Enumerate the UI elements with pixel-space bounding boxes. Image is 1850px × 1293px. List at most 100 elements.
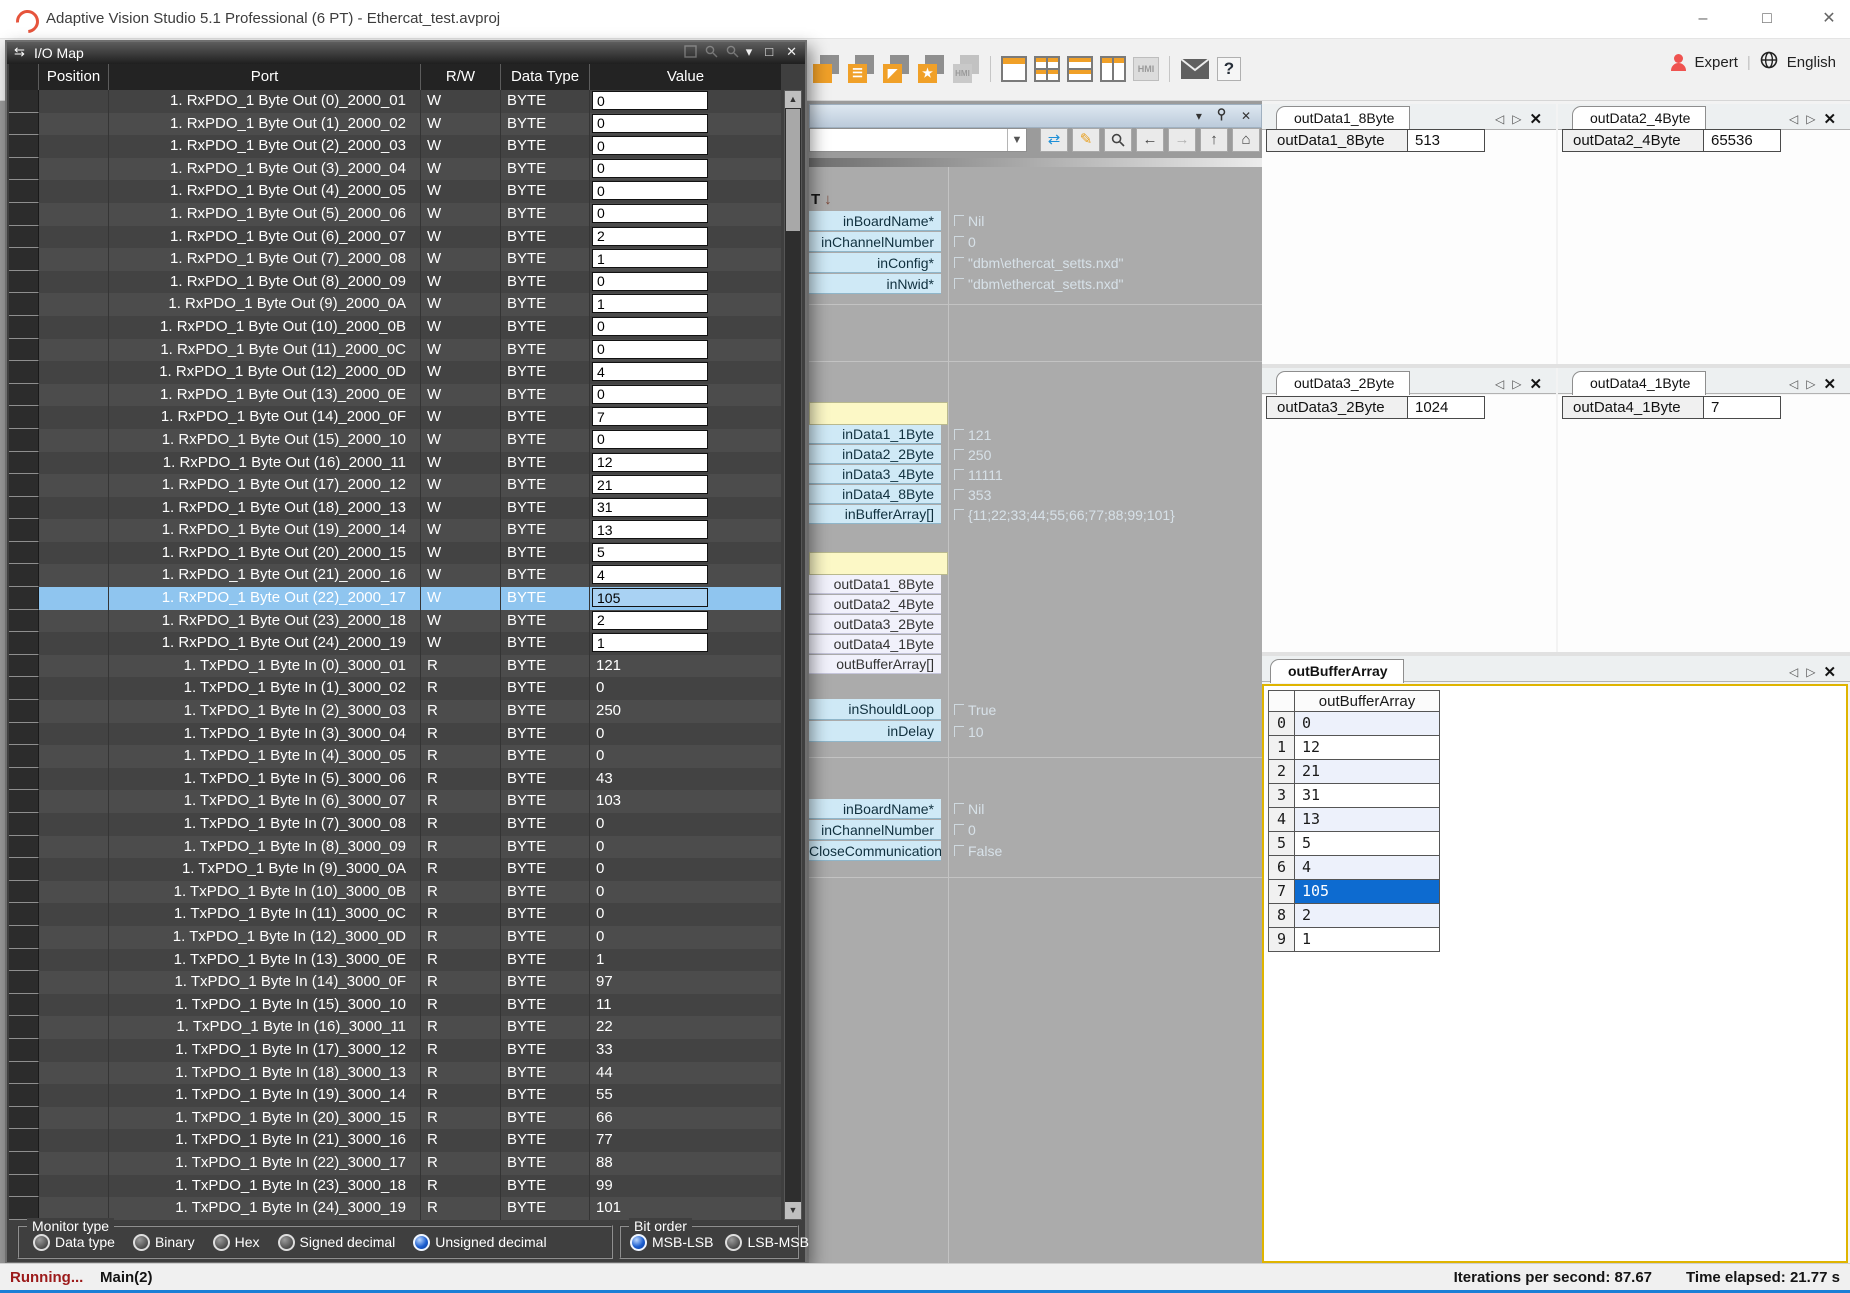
value-input[interactable] — [592, 520, 708, 539]
port-label[interactable]: inBufferArray[] — [809, 505, 941, 524]
close-panel-icon[interactable]: ✕ — [1823, 375, 1836, 393]
iomap-row[interactable]: 1. TxPDO_1 Byte In (1)_3000_02RBYTE0 — [9, 677, 781, 700]
iomap-row[interactable]: 1. TxPDO_1 Byte In (14)_3000_0FRBYTE97 — [9, 971, 781, 994]
row-selector[interactable] — [9, 1084, 39, 1107]
iomap-row[interactable]: 1. TxPDO_1 Byte In (20)_3000_15RBYTE66 — [9, 1107, 781, 1130]
value-input[interactable] — [592, 407, 708, 426]
language-label[interactable]: English — [1787, 54, 1836, 71]
port-label[interactable]: outBufferArray[] — [809, 655, 941, 674]
buffer-row[interactable]: 64 — [1268, 856, 1440, 880]
port-label[interactable]: inChannelNumber — [809, 232, 941, 252]
iomap-row[interactable]: 1. TxPDO_1 Byte In (0)_3000_01RBYTE121 — [9, 655, 781, 678]
value-input[interactable] — [592, 249, 708, 268]
iomap-row[interactable]: 1. RxPDO_1 Byte Out (16)_2000_11WBYTE — [9, 452, 781, 475]
buffer-value-cell[interactable]: 105 — [1295, 880, 1440, 904]
radio-icon[interactable] — [278, 1234, 295, 1251]
port-label[interactable]: inData1_1Byte — [809, 425, 941, 444]
iomap-row[interactable]: 1. RxPDO_1 Byte Out (22)_2000_17WBYTE — [9, 587, 781, 610]
row-selector[interactable] — [9, 158, 39, 181]
buffer-value-cell[interactable]: 0 — [1295, 712, 1440, 736]
row-selector[interactable] — [9, 994, 39, 1017]
mail-icon[interactable] — [1180, 58, 1210, 80]
iomap-row[interactable]: 1. RxPDO_1 Byte Out (18)_2000_13WBYTE — [9, 497, 781, 520]
port-label[interactable]: inNwid* — [809, 274, 941, 294]
row-selector[interactable] — [9, 1107, 39, 1130]
iomap-row[interactable]: 1. RxPDO_1 Byte Out (20)_2000_15WBYTE — [9, 542, 781, 565]
row-selector[interactable] — [9, 542, 39, 565]
value-input[interactable] — [592, 430, 708, 449]
next-icon[interactable]: ▷ — [1806, 377, 1815, 391]
row-selector[interactable] — [9, 406, 39, 429]
port-label[interactable]: inData3_4Byte — [809, 465, 941, 484]
iomap-row[interactable]: 1. TxPDO_1 Byte In (17)_3000_12RBYTE33 — [9, 1039, 781, 1062]
prev-icon[interactable]: ◁ — [1495, 377, 1504, 391]
navigate-up-button[interactable]: ↑ — [1200, 128, 1228, 152]
port-label[interactable]: outData1_8Byte — [809, 575, 941, 594]
expert-label[interactable]: Expert — [1695, 54, 1738, 71]
iomap-row[interactable]: 1. TxPDO_1 Byte In (5)_3000_06RBYTE43 — [9, 768, 781, 791]
buffer-value-cell[interactable]: 5 — [1295, 832, 1440, 856]
layout-quad-icon[interactable] — [1034, 56, 1060, 82]
value-input[interactable] — [592, 317, 708, 336]
port-label[interactable]: inShouldLoop — [809, 699, 941, 720]
scrollbar-thumb[interactable] — [786, 109, 800, 231]
buffer-row[interactable]: 413 — [1268, 808, 1440, 832]
row-selector[interactable] — [9, 90, 39, 113]
prev-icon[interactable]: ◁ — [1495, 112, 1504, 126]
radio-option[interactable]: Signed decimal — [278, 1234, 396, 1251]
row-selector[interactable] — [9, 745, 39, 768]
row-selector[interactable] — [9, 180, 39, 203]
row-selector[interactable] — [9, 271, 39, 294]
row-selector[interactable] — [9, 203, 39, 226]
row-selector[interactable] — [9, 723, 39, 746]
layout-rows-icon[interactable] — [1067, 56, 1093, 82]
radio-icon[interactable] — [133, 1234, 150, 1251]
iomap-row[interactable]: 1. TxPDO_1 Byte In (21)_3000_16RBYTE77 — [9, 1129, 781, 1152]
port-label[interactable]: inChannelNumber — [809, 820, 941, 840]
iomap-row[interactable]: 1. RxPDO_1 Byte Out (21)_2000_16WBYTE — [9, 564, 781, 587]
panel1-tab[interactable]: outData1_8Byte — [1276, 106, 1410, 130]
value-input[interactable] — [592, 611, 708, 630]
iomap-row[interactable]: 1. RxPDO_1 Byte Out (3)_2000_04WBYTE — [9, 158, 781, 181]
iomap-row[interactable]: 1. TxPDO_1 Byte In (19)_3000_14RBYTE55 — [9, 1084, 781, 1107]
row-selector[interactable] — [9, 1197, 39, 1220]
port-value-cell[interactable]: 65536 — [1704, 129, 1781, 152]
iomap-row[interactable]: 1. RxPDO_1 Byte Out (13)_2000_0EWBYTE — [9, 384, 781, 407]
value-input[interactable] — [592, 136, 708, 155]
next-icon[interactable]: ▷ — [1806, 665, 1815, 679]
buffer-row[interactable]: 55 — [1268, 832, 1440, 856]
navigate-back-button[interactable]: ← — [1136, 128, 1164, 152]
panel3-tab[interactable]: outData3_2Byte — [1276, 371, 1410, 395]
iomap-row[interactable]: 1. TxPDO_1 Byte In (12)_3000_0DRBYTE0 — [9, 926, 781, 949]
row-selector[interactable] — [9, 949, 39, 972]
row-selector[interactable] — [9, 429, 39, 452]
row-selector[interactable] — [9, 248, 39, 271]
buffer-row[interactable]: 82 — [1268, 904, 1440, 928]
row-selector[interactable] — [9, 226, 39, 249]
scroll-down-icon[interactable]: ▼ — [785, 1202, 801, 1219]
iomap-row[interactable]: 1. TxPDO_1 Byte In (16)_3000_11RBYTE22 — [9, 1016, 781, 1039]
row-selector[interactable] — [9, 564, 39, 587]
buffer-panel-tab[interactable]: outBufferArray — [1270, 659, 1404, 683]
radio-icon[interactable] — [33, 1234, 50, 1251]
row-selector[interactable] — [9, 926, 39, 949]
layout-columns-icon[interactable] — [1100, 56, 1126, 82]
row-selector[interactable] — [9, 1129, 39, 1152]
buffer-value-cell[interactable]: 1 — [1295, 928, 1440, 952]
port-label[interactable]: inConfig* — [809, 253, 941, 273]
buffer-row[interactable]: 221 — [1268, 760, 1440, 784]
iomap-row[interactable]: 1. TxPDO_1 Byte In (18)_3000_13RBYTE44 — [9, 1062, 781, 1085]
row-selector[interactable] — [9, 135, 39, 158]
value-input[interactable] — [592, 588, 708, 607]
row-selector[interactable] — [9, 293, 39, 316]
header-position[interactable]: Position — [39, 64, 109, 90]
iomap-row[interactable]: 1. TxPDO_1 Byte In (23)_3000_18RBYTE99 — [9, 1175, 781, 1198]
value-input[interactable] — [592, 498, 708, 517]
iomap-row[interactable]: 1. TxPDO_1 Byte In (13)_3000_0ERBYTE1 — [9, 949, 781, 972]
value-input[interactable] — [592, 385, 708, 404]
header-datatype[interactable]: Data Type — [501, 64, 590, 90]
row-selector[interactable] — [9, 677, 39, 700]
iomap-titlebar[interactable]: ⇆ I/O Map ▾ □ ✕ — [7, 42, 805, 64]
radio-icon[interactable] — [725, 1234, 742, 1251]
row-selector[interactable] — [9, 1152, 39, 1175]
